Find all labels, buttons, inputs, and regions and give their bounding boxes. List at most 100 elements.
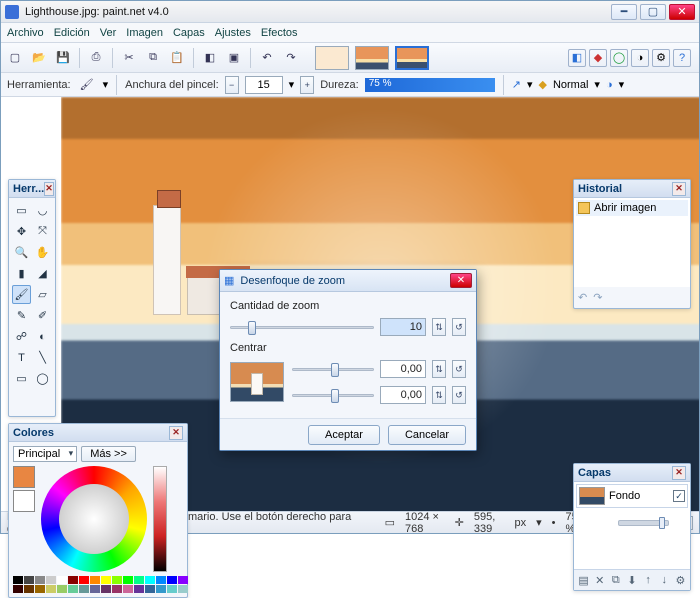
tool-ellipse[interactable]: ◯ [33,369,52,388]
brush-width-dropdown-icon[interactable]: ▾ [289,78,295,91]
image-thumb-1[interactable] [315,46,349,70]
brush-width-minus[interactable]: − [225,76,239,94]
layer-up-icon[interactable]: ↑ [642,573,655,587]
quick-colors-btn[interactable]: ◑ [631,49,649,67]
tool-brush[interactable]: 🖌 [12,285,31,304]
alpha-icon[interactable]: ◑ [606,79,613,91]
tool-dropdown-icon[interactable]: ▾ [103,78,109,91]
ok-button[interactable]: Aceptar [308,425,380,445]
color-wheel[interactable] [41,466,147,572]
palette-swatch[interactable] [90,585,100,593]
blend-mode[interactable]: Normal [553,79,588,91]
history-redo-icon[interactable]: ↷ [593,291,602,304]
center-x-stepper[interactable]: ⇅ [432,360,446,378]
palette-swatch[interactable] [156,585,166,593]
palette-swatch[interactable] [24,585,34,593]
unit-label[interactable]: px [515,517,527,529]
deselect-button[interactable]: ▣ [224,48,244,68]
layer-add-icon[interactable]: ▤ [577,573,590,587]
palette-swatch[interactable] [101,585,111,593]
amount-stepper[interactable]: ⇅ [432,318,446,336]
tool-move-sel[interactable]: ⤧ [33,222,52,241]
menu-ajustes[interactable]: Ajustes [215,27,251,39]
palette-swatch[interactable] [123,576,133,584]
open-button[interactable]: 📂 [29,48,49,68]
palette-swatch[interactable] [112,585,122,593]
color-mode-select[interactable]: Principal [13,446,77,462]
tool-clone[interactable]: ☍ [12,327,31,346]
tool-lasso[interactable]: ◡ [33,201,52,220]
crop-button[interactable]: ◧ [200,48,220,68]
brush-width-value[interactable]: 15 [245,76,283,94]
palette-swatch[interactable] [167,576,177,584]
tools-panel-close[interactable]: ✕ [44,182,54,196]
layer-merge-icon[interactable]: ⬇ [625,573,638,587]
menu-imagen[interactable]: Imagen [126,27,163,39]
quick-tools-btn[interactable]: ◧ [568,49,586,67]
paste-button[interactable]: 📋 [167,48,187,68]
palette-swatch[interactable] [145,576,155,584]
center-x-value[interactable]: 0,00 [380,360,426,378]
maximize-button[interactable]: ▢ [640,4,666,20]
layers-panel-close[interactable]: ✕ [672,466,686,480]
hardness-slider[interactable]: 75 % [365,78,495,92]
brush-width-plus[interactable]: + [300,76,314,94]
tool-line[interactable]: ╲ [33,348,52,367]
palette-swatch[interactable] [123,585,133,593]
layer-row[interactable]: Fondo ✓ [576,484,688,508]
palette-swatch[interactable] [178,576,188,584]
palette-swatch[interactable] [79,585,89,593]
palette-swatch[interactable] [68,576,78,584]
center-y-reset[interactable]: ↺ [452,386,466,404]
center-x-reset[interactable]: ↺ [452,360,466,378]
palette-swatch[interactable] [57,576,67,584]
tool-bucket[interactable]: ▮ [12,264,31,283]
palette-swatch[interactable] [24,576,34,584]
palette-swatch[interactable] [79,576,89,584]
value-slider[interactable] [153,466,167,572]
save-button[interactable]: 💾 [53,48,73,68]
image-thumb-2[interactable] [355,46,389,70]
close-button[interactable]: ✕ [669,4,695,20]
copy-button[interactable]: ⧉ [143,48,163,68]
print-button[interactable]: ⎙ [86,48,106,68]
layers-panel-title[interactable]: Capas ✕ [574,464,690,482]
layer-delete-icon[interactable]: ✕ [593,573,606,587]
menu-archivo[interactable]: Archivo [7,27,44,39]
quick-layers-btn[interactable]: ◯ [610,49,628,67]
tool-pan[interactable]: ✋ [33,243,52,262]
tool-gradient[interactable]: ◢ [33,264,52,283]
palette-swatch[interactable] [101,576,111,584]
menu-ver[interactable]: Ver [100,27,117,39]
center-y-value[interactable]: 0,00 [380,386,426,404]
secondary-color-swatch[interactable] [13,490,35,512]
palette-swatch[interactable] [46,576,56,584]
tool-picker[interactable]: ✐ [33,306,52,325]
colors-panel-title[interactable]: Colores ✕ [9,424,187,442]
unit-dropdown-icon[interactable]: ▾ [536,516,542,529]
palette-swatch[interactable] [112,576,122,584]
cut-button[interactable]: ✂ [119,48,139,68]
dialog-close-button[interactable]: ✕ [450,273,472,288]
quick-history-btn[interactable]: ◆ [589,49,607,67]
colors-panel-close[interactable]: ✕ [169,426,183,440]
tool-rect-select[interactable]: ▭ [12,201,31,220]
tools-panel-title[interactable]: Herr... ✕ [9,180,55,198]
palette-swatch[interactable] [156,576,166,584]
alpha-dropdown-icon[interactable]: ▾ [619,78,625,91]
undo-button[interactable]: ↶ [257,48,277,68]
palette-swatch[interactable] [35,585,45,593]
palette-swatch[interactable] [178,585,188,593]
palette-swatch[interactable] [46,585,56,593]
primary-color-swatch[interactable] [13,466,35,488]
blend-dropdown-icon[interactable]: ▾ [594,78,600,91]
palette-swatch[interactable] [90,576,100,584]
center-preview[interactable] [230,362,284,402]
zoom-slider[interactable] [618,520,669,526]
history-undo-icon[interactable]: ↶ [578,291,587,304]
palette-swatch[interactable] [68,585,78,593]
amount-value[interactable]: 10 [380,318,426,336]
menu-efectos[interactable]: Efectos [261,27,298,39]
minimize-button[interactable]: ━ [611,4,637,20]
tool-text[interactable]: T [12,348,31,367]
